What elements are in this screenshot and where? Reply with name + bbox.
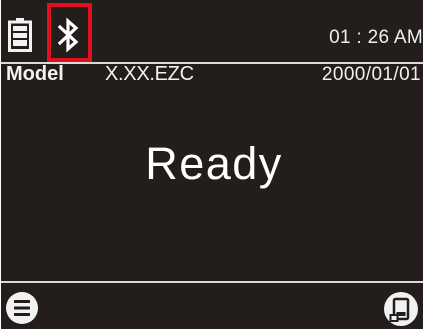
footer-divider bbox=[1, 281, 423, 283]
model-label: Model bbox=[6, 63, 64, 85]
clock-time: 01 : 26 AM bbox=[329, 27, 423, 48]
date-display: 2000/01/01 bbox=[321, 64, 421, 85]
bluetooth-highlight-box bbox=[47, 3, 92, 62]
status-text: Ready bbox=[145, 138, 283, 189]
model-value: X.XX.EZC bbox=[105, 63, 194, 85]
battery-icon bbox=[8, 18, 32, 52]
menu-icon[interactable] bbox=[5, 291, 39, 325]
device-screen: 01 : 26 AM Model X.XX.EZC 2000/01/01 Rea… bbox=[1, 0, 423, 329]
device-icon[interactable] bbox=[383, 291, 419, 327]
